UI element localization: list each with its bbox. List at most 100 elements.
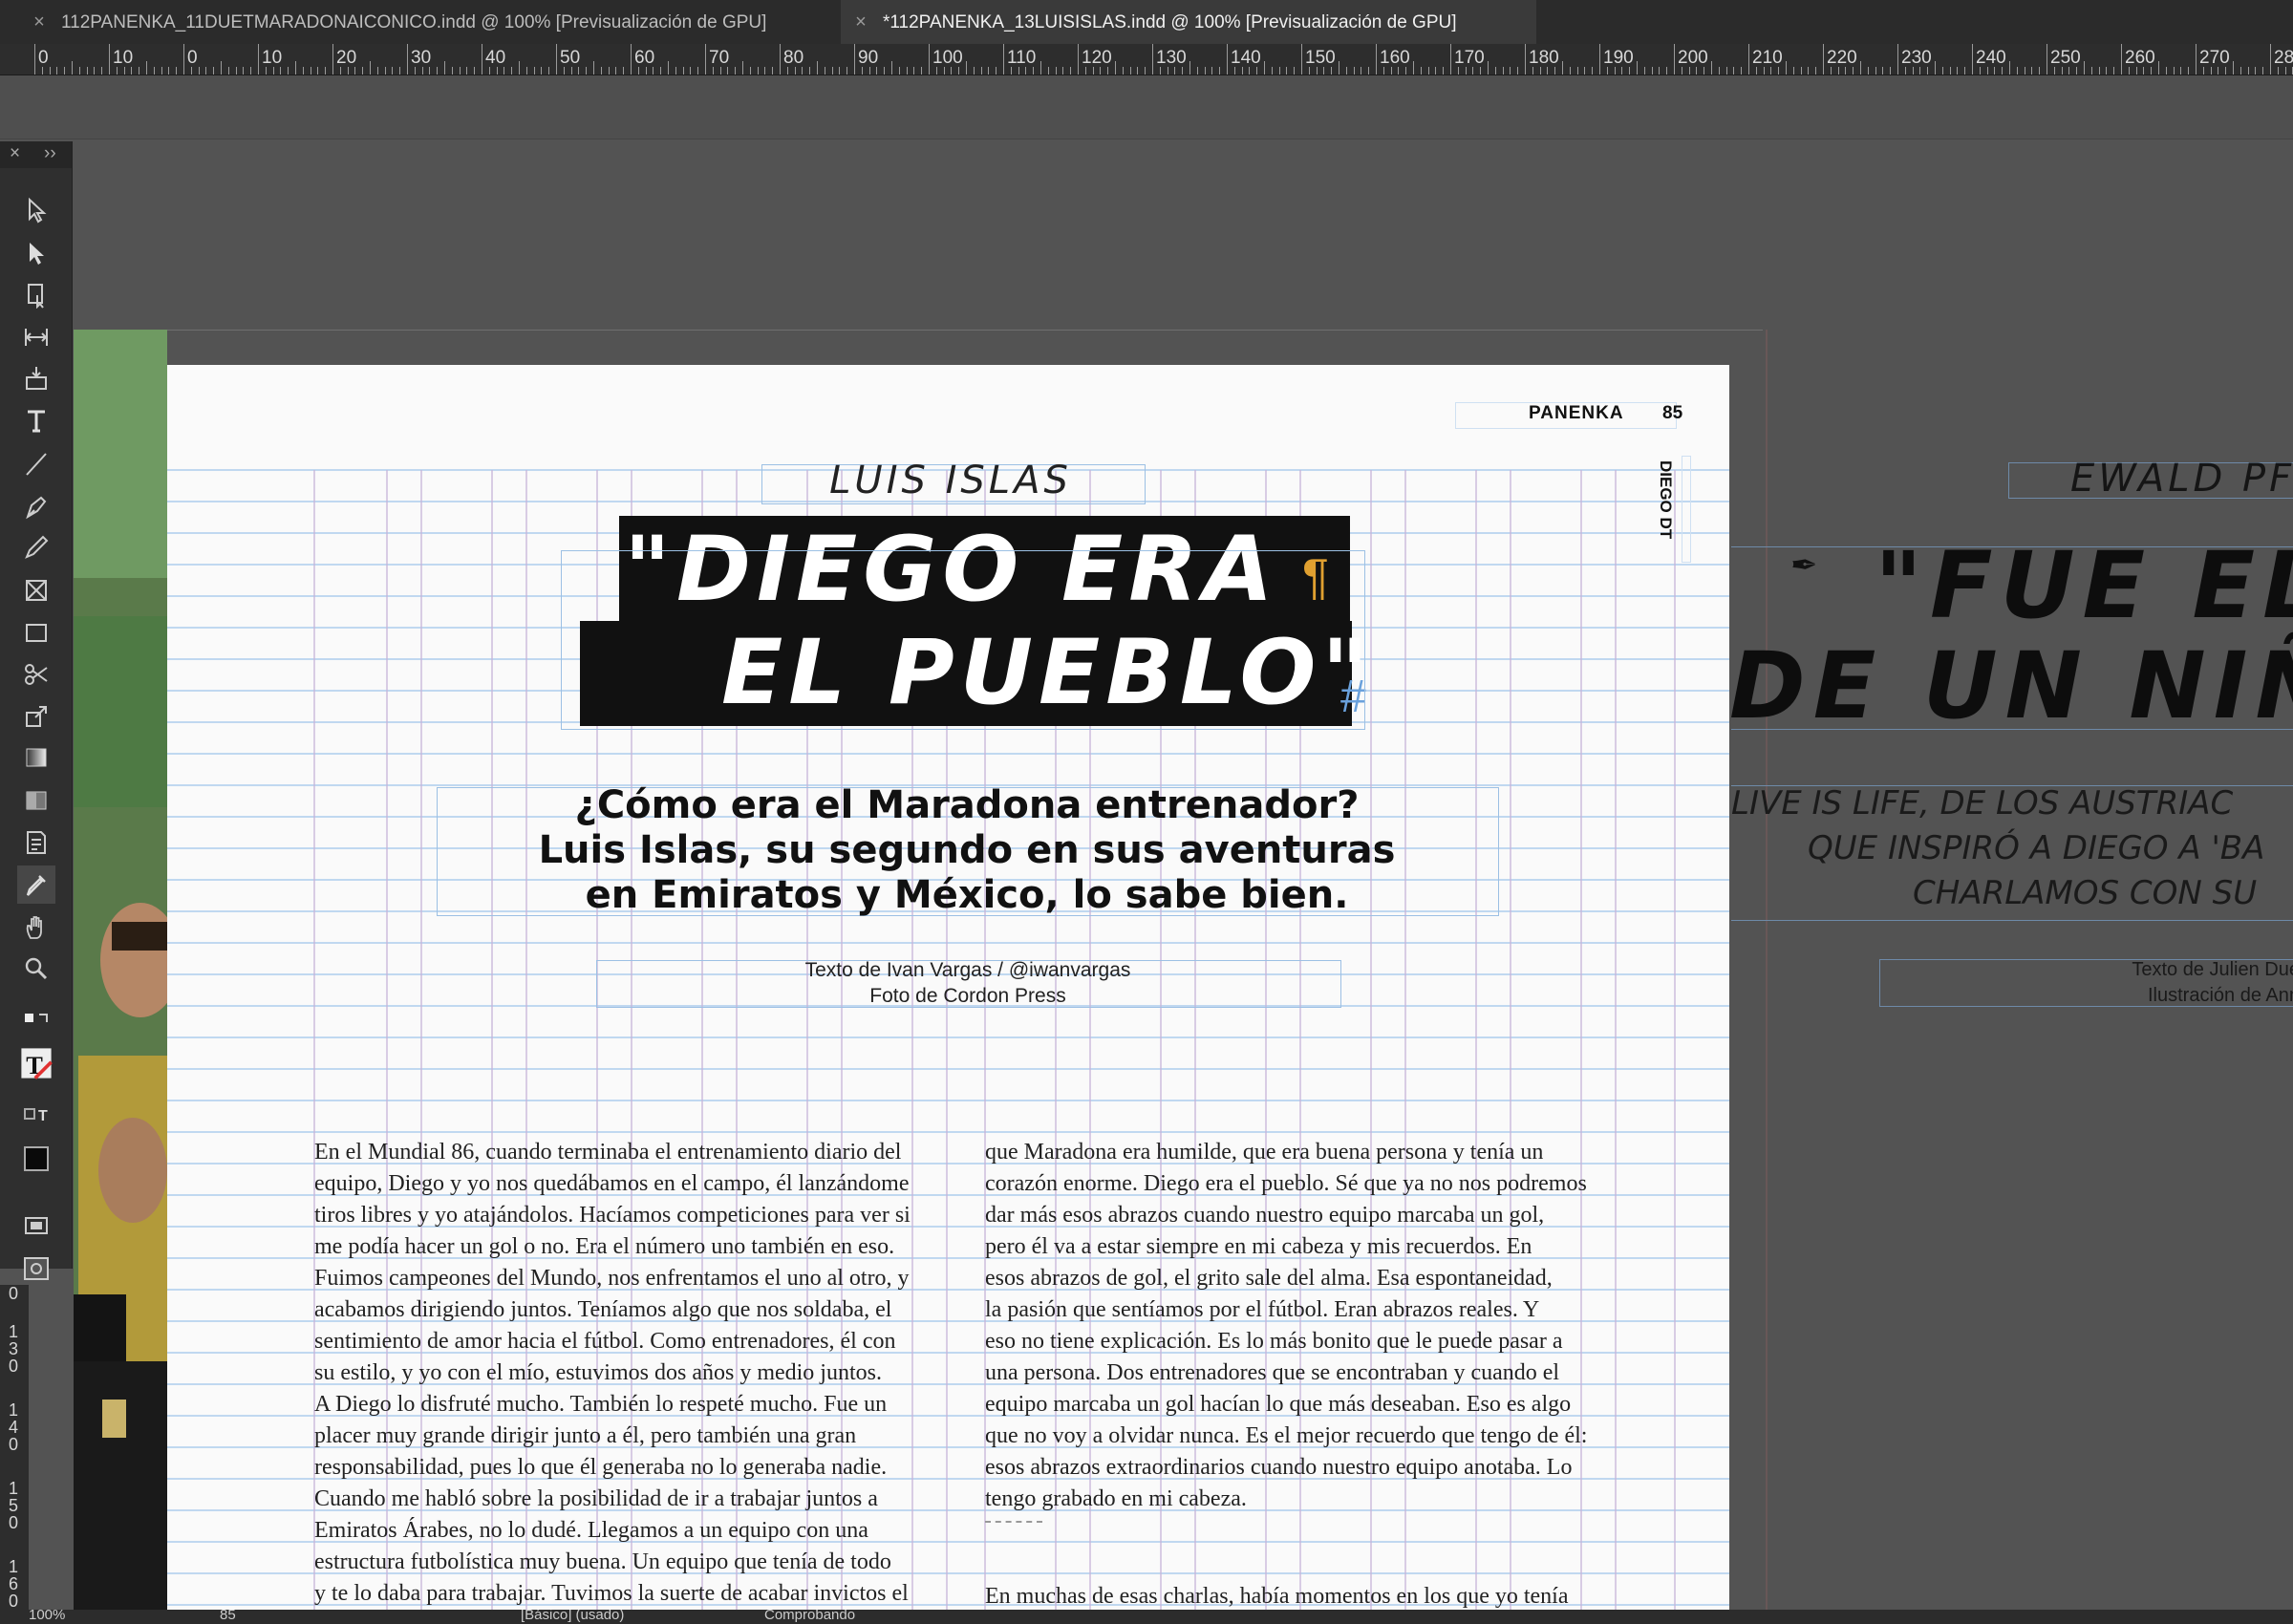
ruler-minor-tick <box>2239 67 2241 75</box>
body-line: sentimiento de amor hacia el fútbol. Com… <box>314 1329 896 1354</box>
ruler-minor-tick <box>1994 67 1996 75</box>
ruler-minor-tick <box>1427 67 1429 75</box>
line-tool-icon[interactable] <box>17 445 55 483</box>
ruler-minor-tick <box>898 67 900 75</box>
ruler-minor-tick <box>86 67 88 75</box>
document-page[interactable]: PANENKA 85 DIEGO DT LUIS ISLAS "DIEGO ER… <box>167 365 1729 1610</box>
ruler-major-tick <box>2270 44 2271 75</box>
zoom-level[interactable]: 100% <box>29 1610 65 1623</box>
ruler-minor-tick <box>1368 67 1370 75</box>
ruler-minor-tick <box>2076 67 2078 75</box>
ruler-minor-tick <box>1875 67 1876 75</box>
next-kicker: EWALD PFL <box>2070 457 2293 501</box>
ruler-minor-tick <box>168 67 170 75</box>
ruler-minor-tick <box>719 67 721 75</box>
free-transform-tool-icon[interactable] <box>17 697 55 736</box>
close-tab-icon[interactable]: × <box>848 0 873 44</box>
collapse-panel-icon[interactable]: ›› <box>44 143 56 164</box>
ruler-minor-tick <box>1792 67 1794 75</box>
ruler-minor-tick <box>2016 67 2018 75</box>
ruler-minor-tick <box>1323 67 1325 75</box>
ruler-label: 260 <box>2125 48 2155 68</box>
ruler-minor-tick <box>637 67 639 75</box>
ruler-minor-tick <box>921 67 923 75</box>
next-spread[interactable]: EWALD PFL ✒ "FUE EL DE UN NIÑ LIVE IS LI… <box>1731 365 2293 1610</box>
rectangle-frame-tool-icon[interactable] <box>17 571 55 609</box>
next-credit-author: Texto de Julien Due <box>2132 959 2293 980</box>
ruler-label: 30 <box>411 48 432 68</box>
ruler-minor-tick <box>176 67 178 75</box>
horizontal-ruler[interactable]: 0 10 0 10 20 30 40 50 60 70 80 90 100 110 120 130 140 150… <box>0 44 2293 75</box>
rectangle-tool-icon[interactable] <box>17 613 55 652</box>
ruler-label: 150 <box>8 1479 18 1532</box>
tab-document-luis-islas[interactable]: × *112PANENKA_13LUISISLAS.indd @ 100% [Pr… <box>841 0 1536 44</box>
headline-frame[interactable] <box>561 550 1365 730</box>
vertical-ruler[interactable]: 0 130 140 150 160 <box>0 1285 29 1610</box>
gradient-feather-tool-icon[interactable] <box>17 781 55 820</box>
direct-selection-tool-icon[interactable] <box>17 234 55 272</box>
hand-tool-icon[interactable] <box>17 908 55 946</box>
ruler-minor-tick <box>884 67 886 75</box>
eyedropper-tool-icon[interactable] <box>17 865 55 904</box>
body-line: tengo grabado en mi cabeza. <box>985 1486 1247 1511</box>
ruler-minor-tick <box>1331 67 1333 75</box>
ruler-minor-tick <box>906 67 908 75</box>
page-tool-icon[interactable] <box>17 275 55 313</box>
ruler-minor-tick <box>1845 67 1847 75</box>
pen-tool-icon[interactable] <box>17 487 55 525</box>
style-indicator[interactable]: [Básico] (usado) <box>521 1610 624 1623</box>
zoom-tool-icon[interactable] <box>17 950 55 988</box>
ruler-label: 270 <box>2199 48 2230 68</box>
body-line: que Maradona era humilde, que era buena … <box>985 1140 1544 1165</box>
ruler-minor-tick <box>1569 67 1571 75</box>
content-collector-icon[interactable] <box>17 359 55 397</box>
ruler-minor-tick <box>682 67 684 75</box>
close-panel-icon[interactable]: × <box>10 143 20 164</box>
ruler-minor-tick <box>1539 67 1541 75</box>
formatting-affects-container-icon[interactable]: T <box>17 1097 55 1135</box>
tab-document-maradona[interactable]: × 112PANENKA_11DUETMARADONAICONICO.indd @… <box>27 0 839 44</box>
ruler-minor-tick <box>1398 67 1400 75</box>
preview-mode-icon[interactable] <box>17 1250 55 1288</box>
page-field[interactable]: 85 <box>220 1610 236 1623</box>
ruler-minor-tick <box>913 67 915 75</box>
gradient-swatch-tool-icon[interactable] <box>17 738 55 777</box>
ruler-minor-tick <box>1935 61 1936 75</box>
fill-stroke-type-icon[interactable]: T <box>17 1044 55 1082</box>
ruler-major-tick <box>1227 44 1228 75</box>
body-column-1[interactable]: En el Mundial 86, cuando terminaba el en… <box>314 1137 954 1610</box>
vertical-tag-frame[interactable] <box>1682 456 1691 563</box>
pencil-tool-icon[interactable] <box>17 528 55 566</box>
ruler-minor-tick <box>1018 67 1019 75</box>
type-tool-icon[interactable] <box>17 401 55 439</box>
ruler-minor-tick <box>1808 67 1810 75</box>
body-line: su estilo, y yo con el mío, estuvimos do… <box>314 1360 882 1385</box>
body-column-2[interactable]: que Maradona era humilde, que era buena … <box>985 1137 1654 1515</box>
ruler-label: 0 <box>187 48 198 68</box>
ruler-minor-tick <box>1957 67 1959 75</box>
ruler-minor-tick <box>384 67 386 75</box>
gap-tool-icon[interactable] <box>17 318 55 356</box>
tools-panel-header: × ›› <box>0 141 72 168</box>
ruler-minor-tick <box>2262 67 2264 75</box>
apply-color-icon[interactable] <box>17 1140 55 1178</box>
selection-tool-icon[interactable] <box>17 191 55 229</box>
swap-fill-stroke-icon[interactable] <box>17 1006 55 1044</box>
scissors-tool-icon[interactable] <box>17 655 55 694</box>
pasteboard-photo[interactable] <box>74 330 167 1610</box>
ruler-minor-tick <box>966 61 967 75</box>
ruler-minor-tick <box>2277 67 2279 75</box>
screen-mode-icon[interactable] <box>17 1207 55 1245</box>
credits: Texto de Ivan Vargas / @iwanvargas Foto … <box>596 957 1339 1009</box>
ruler-major-tick <box>705 44 706 75</box>
ruler-label: 160 <box>1380 48 1410 68</box>
preflight-status[interactable]: Comprobando <box>764 1610 855 1623</box>
ruler-minor-tick <box>1643 67 1645 75</box>
ruler-minor-tick <box>1517 67 1519 75</box>
ruler-minor-tick <box>64 67 66 75</box>
note-tool-icon[interactable] <box>17 823 55 862</box>
next-credits: Texto de Julien Due Ilustración de Ann <box>2099 957 2293 1009</box>
body-line: A Diego lo disfruté mucho. También lo re… <box>314 1392 888 1417</box>
ruler-minor-tick <box>1107 67 1109 75</box>
close-tab-icon[interactable]: × <box>27 0 52 44</box>
